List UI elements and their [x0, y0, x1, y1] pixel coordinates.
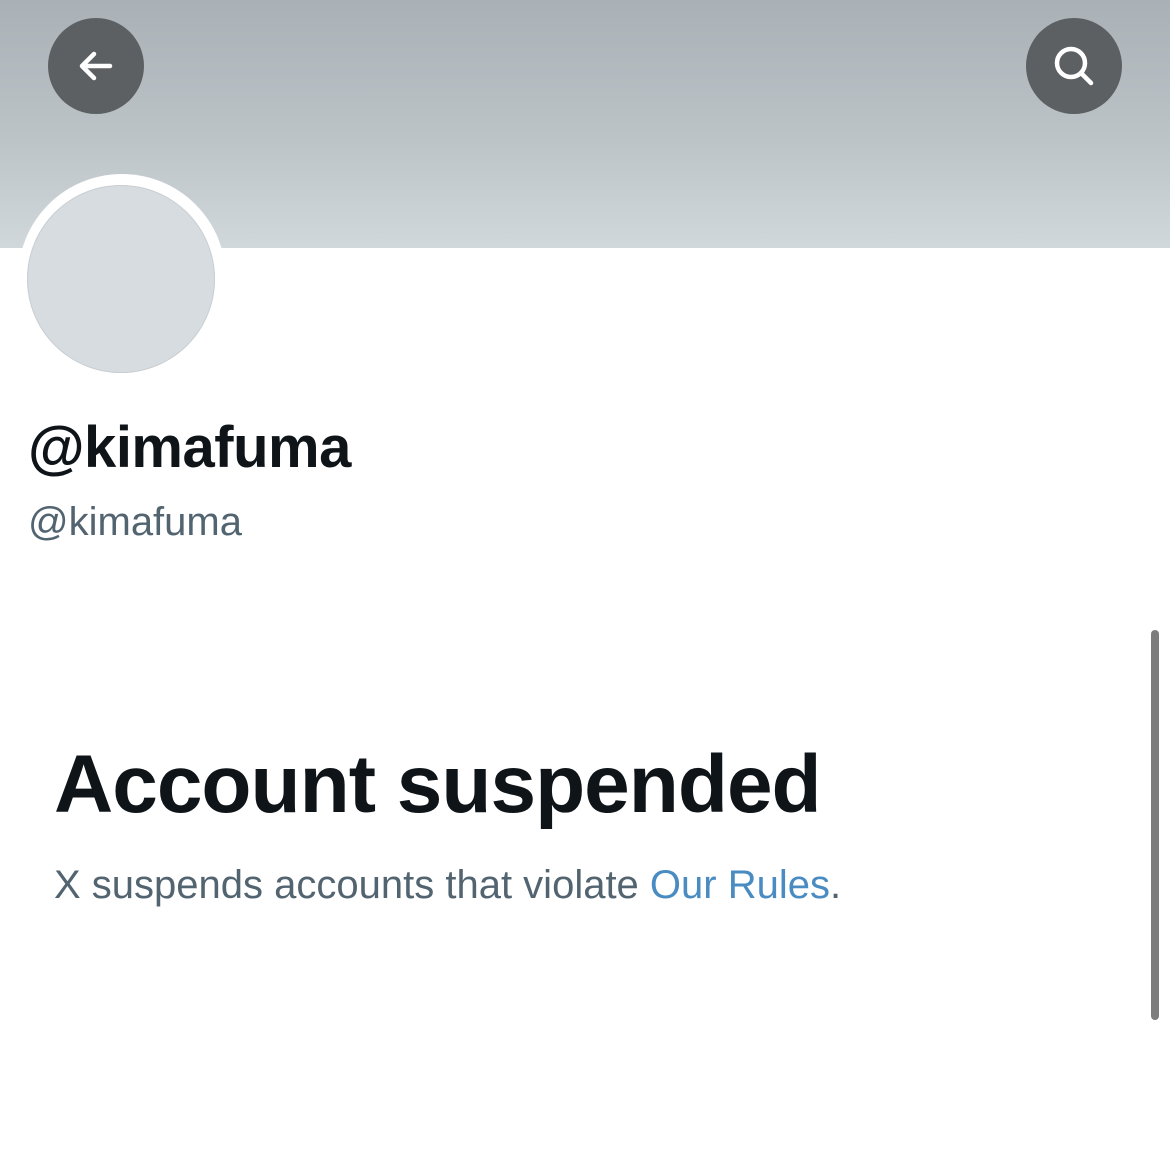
suspension-description: X suspends accounts that violate Our Rul… [54, 860, 841, 910]
profile-display-name: @kimafuma [28, 415, 351, 480]
search-icon [1050, 42, 1098, 90]
back-button[interactable] [48, 18, 144, 114]
scrollbar[interactable] [1151, 630, 1159, 1020]
suspension-title: Account suspended [54, 739, 822, 830]
avatar-ring [18, 174, 226, 382]
profile-handle: @kimafuma [28, 500, 242, 544]
our-rules-link[interactable]: Our Rules [650, 863, 830, 907]
suspension-description-text: X suspends accounts that violate [54, 863, 650, 907]
suspension-description-period: . [829, 863, 842, 907]
search-button[interactable] [1026, 18, 1122, 114]
arrow-left-icon [74, 44, 118, 88]
avatar[interactable] [27, 185, 215, 373]
